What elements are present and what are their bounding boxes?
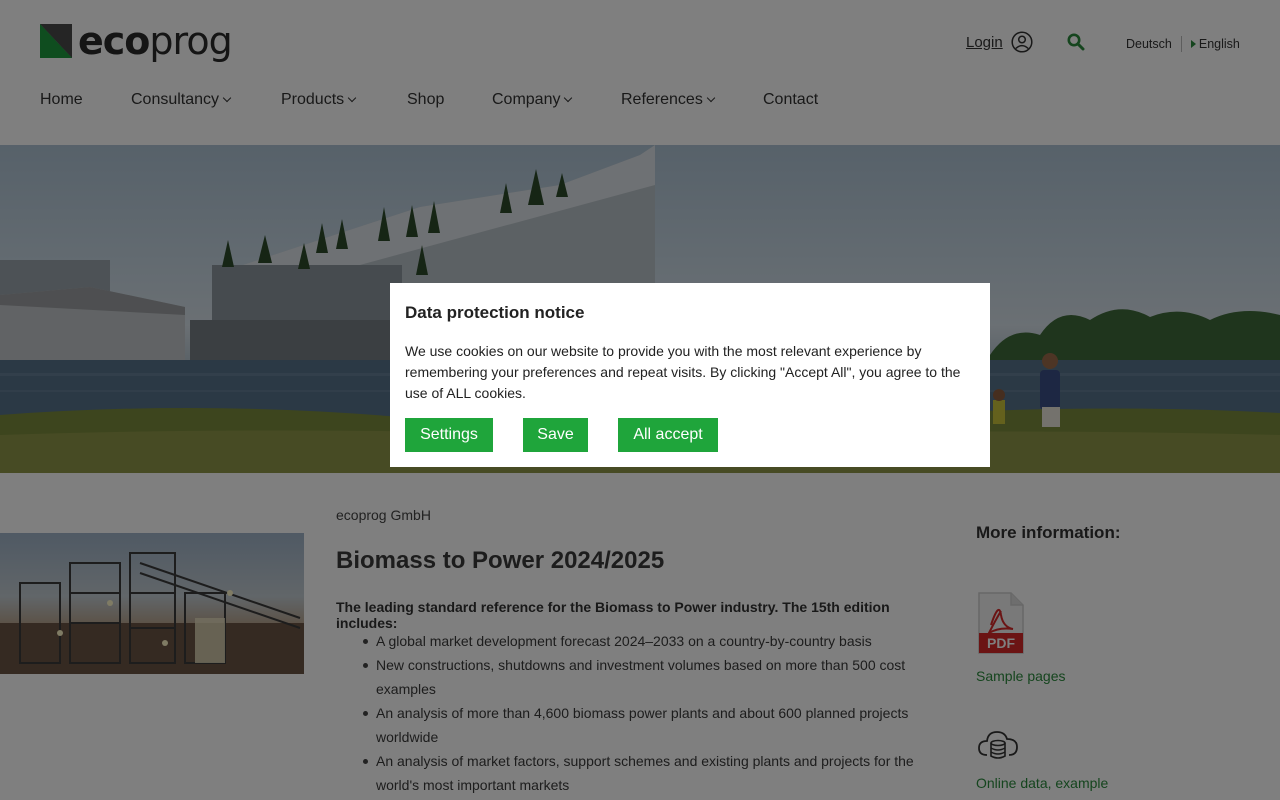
settings-button[interactable]: Settings [405, 418, 493, 452]
dialog-text: We use cookies on our website to provide… [405, 343, 961, 401]
save-button[interactable]: Save [523, 418, 588, 452]
dialog-title: Data protection notice [405, 303, 585, 322]
cookie-consent-dialog: Data protection notice We use cookies on… [390, 283, 990, 467]
accept-all-button[interactable]: All accept [618, 418, 718, 452]
